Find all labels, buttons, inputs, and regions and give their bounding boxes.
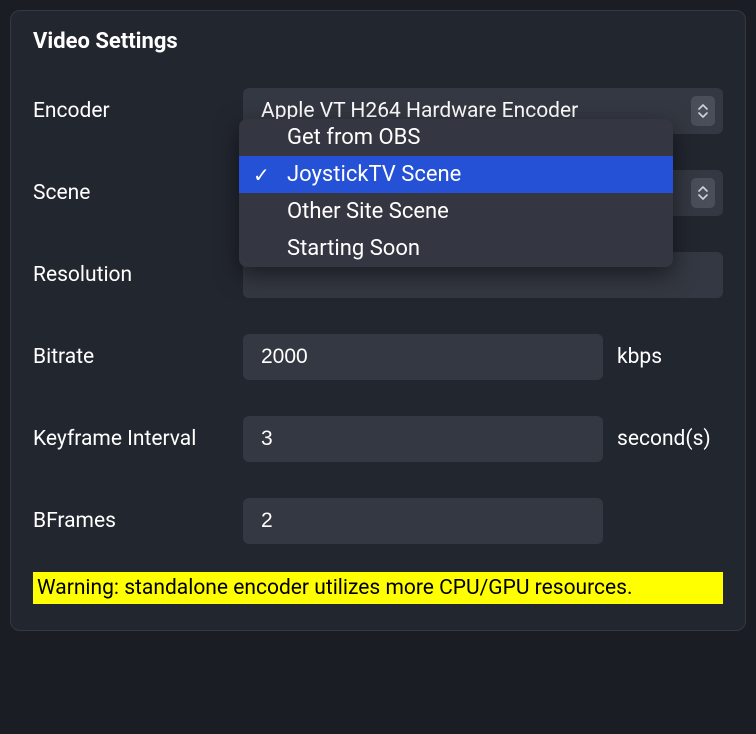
bitrate-label: Bitrate bbox=[33, 345, 243, 369]
keyframe-unit: second(s) bbox=[617, 427, 711, 451]
resolution-label: Resolution bbox=[33, 263, 243, 287]
bitrate-row: Bitrate kbps bbox=[33, 334, 723, 380]
bframes-label: BFrames bbox=[33, 509, 243, 533]
bitrate-unit: kbps bbox=[617, 345, 662, 369]
checkmark-icon: ✓ bbox=[253, 163, 270, 187]
keyframe-label: Keyframe Interval bbox=[33, 427, 243, 451]
bframes-row: BFrames bbox=[33, 498, 723, 544]
option-label: Other Site Scene bbox=[287, 199, 449, 224]
scene-dropdown: Get from OBS ✓ JoystickTV Scene Other Si… bbox=[239, 119, 673, 267]
updown-icon[interactable] bbox=[691, 178, 715, 208]
keyframe-row: Keyframe Interval second(s) bbox=[33, 416, 723, 462]
updown-icon[interactable] bbox=[691, 96, 715, 126]
scene-option-joysticktv[interactable]: ✓ JoystickTV Scene bbox=[239, 156, 673, 193]
scene-label: Scene bbox=[33, 181, 243, 205]
option-label: Starting Soon bbox=[287, 236, 420, 261]
panel-title: Video Settings bbox=[33, 29, 723, 54]
bframes-input[interactable] bbox=[243, 498, 603, 544]
video-settings-panel: Video Settings Encoder Apple VT H264 Har… bbox=[10, 10, 746, 631]
encoder-label: Encoder bbox=[33, 99, 243, 123]
scene-option-get-from-obs[interactable]: Get from OBS bbox=[239, 119, 673, 156]
option-label: Get from OBS bbox=[287, 125, 420, 150]
scene-option-other-site[interactable]: Other Site Scene bbox=[239, 193, 673, 230]
option-label: JoystickTV Scene bbox=[287, 162, 461, 187]
keyframe-input[interactable] bbox=[243, 416, 603, 462]
warning-banner: Warning: standalone encoder utilizes mor… bbox=[33, 572, 723, 604]
bitrate-input[interactable] bbox=[243, 334, 603, 380]
scene-option-starting-soon[interactable]: Starting Soon bbox=[239, 230, 673, 267]
